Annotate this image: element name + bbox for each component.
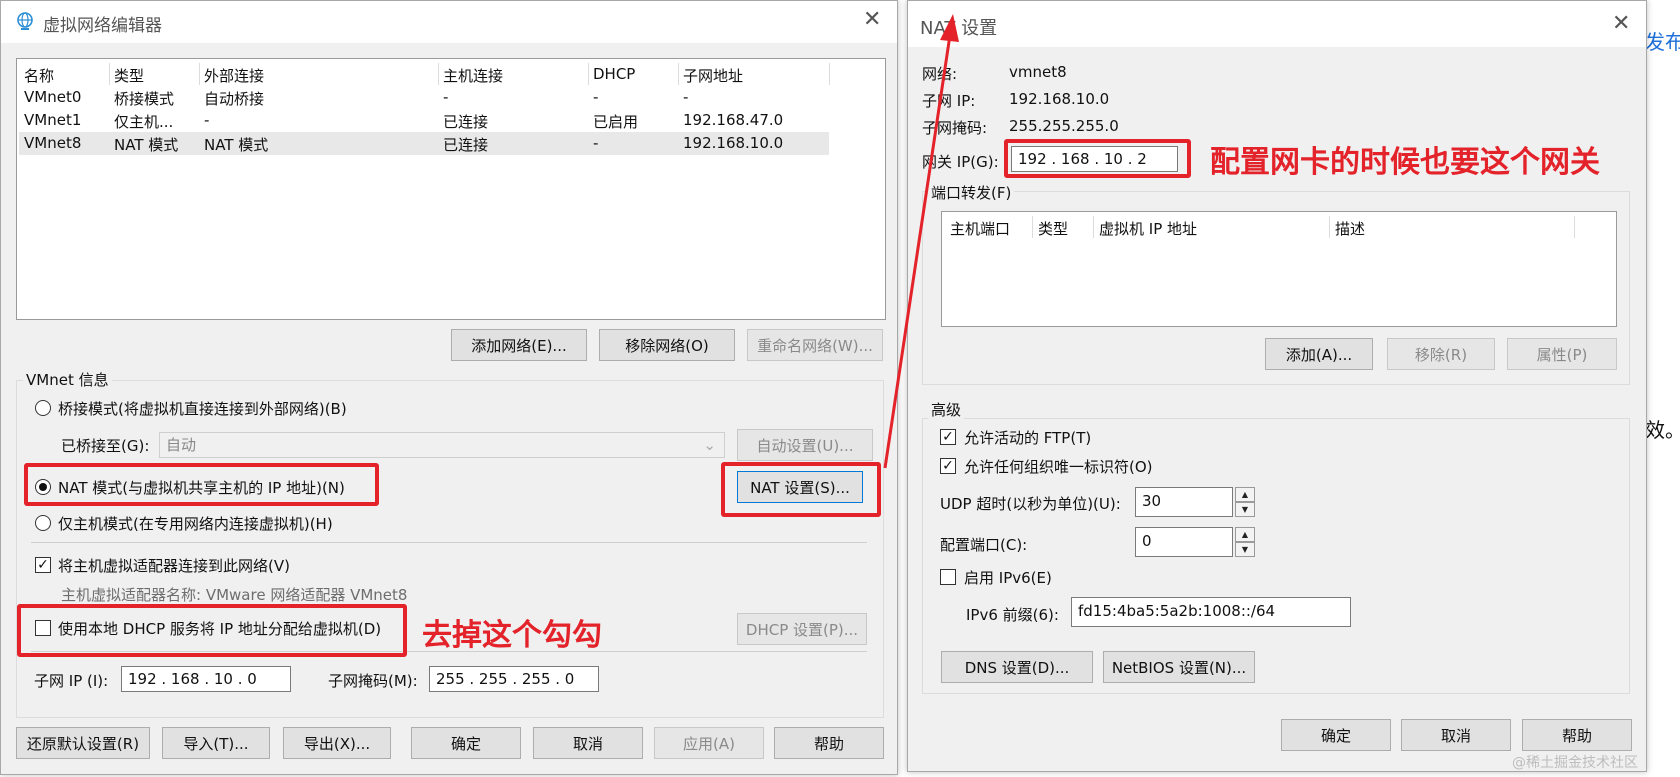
gateway-note: 配置网卡的时候也要这个网关 — [1210, 145, 1600, 180]
watermark: @稀土掘金技术社区 — [1512, 755, 1638, 771]
dhcp-note: 去掉这个勾勾 — [422, 618, 602, 653]
annotation-arrow — [883, 14, 959, 469]
